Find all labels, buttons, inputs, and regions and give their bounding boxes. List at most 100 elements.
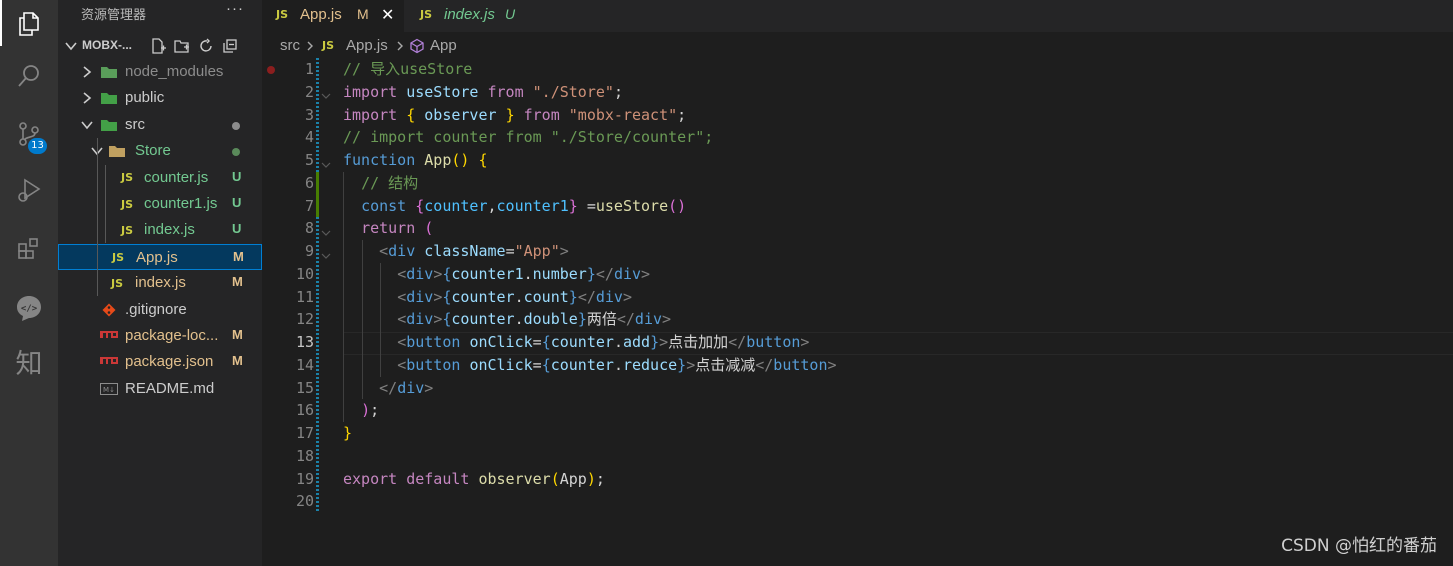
project-header[interactable]: MOBX-... xyxy=(58,35,262,57)
tab-modified-badge: M xyxy=(357,6,369,22)
folder-item[interactable]: Store xyxy=(58,138,262,164)
fold-chevron-icon[interactable] xyxy=(320,153,332,176)
js-file-icon: JS xyxy=(120,171,133,185)
tab-label: App.js xyxy=(300,6,342,23)
npm-file-icon xyxy=(100,328,118,344)
folder-icon xyxy=(108,143,126,159)
folder-item[interactable]: public xyxy=(58,85,262,111)
line-number[interactable]: 16 xyxy=(262,399,314,422)
modified-dot xyxy=(232,121,240,130)
live-share-chat-icon[interactable]: </> xyxy=(0,284,58,332)
line-number[interactable]: 15 xyxy=(262,377,314,400)
file-item[interactable]: JS counter.js U xyxy=(58,165,262,191)
line-number[interactable]: 14 xyxy=(262,354,314,377)
symbol-method-icon xyxy=(409,38,425,58)
file-item[interactable]: .gitignore xyxy=(58,297,262,323)
js-file-icon: JS xyxy=(276,8,289,21)
tab-index-js[interactable]: JS index.js U xyxy=(404,0,530,32)
folder-item[interactable]: src xyxy=(58,112,262,138)
folder-icon xyxy=(100,117,118,133)
collapse-all-icon[interactable] xyxy=(221,37,239,55)
code-line: import useStore from "./Store"; xyxy=(343,82,623,101)
breadcrumb-folder[interactable]: src xyxy=(280,37,300,54)
tree-item-label: src xyxy=(125,115,145,133)
js-file-icon: JS xyxy=(420,8,433,21)
new-folder-icon[interactable] xyxy=(173,37,191,55)
tree-item-label: index.js xyxy=(144,221,195,239)
run-debug-icon[interactable] xyxy=(0,166,58,214)
chevron-down-icon xyxy=(64,39,78,58)
line-number[interactable]: 6 xyxy=(262,172,314,195)
code-line: <div>{counter1.number}</div> xyxy=(397,264,651,283)
line-number[interactable]: 20 xyxy=(262,490,314,513)
code-line: // 结构 xyxy=(361,173,419,192)
explorer-title: 资源管理器 xyxy=(81,7,147,22)
zhihu-icon[interactable]: 知 xyxy=(0,343,58,387)
line-number[interactable]: 10 xyxy=(262,263,314,286)
file-item[interactable]: JS index.js M xyxy=(58,270,262,296)
file-item[interactable]: JS index.js U xyxy=(58,217,262,243)
code-editor[interactable]: 1// 导入useStore 2 import useStore from "./S… xyxy=(262,56,1453,566)
extensions-icon[interactable] xyxy=(0,224,58,272)
fold-chevron-icon[interactable] xyxy=(320,85,332,108)
line-number[interactable]: 3 xyxy=(262,104,314,127)
git-status-badge: M xyxy=(232,353,243,369)
tab-bar: JS App.js M ✕ JS index.js U xyxy=(262,0,1453,32)
js-file-icon: JS xyxy=(120,197,133,211)
chevron-right-icon xyxy=(395,39,405,56)
tab-untracked-badge: U xyxy=(505,6,516,22)
tree-item-label: Store xyxy=(135,142,171,160)
breadcrumb-symbol[interactable]: App xyxy=(430,37,457,54)
chevron-down-icon xyxy=(80,118,94,137)
code-line: <div className="App"> xyxy=(379,242,569,260)
code-line: import { observer } from "mobx-react"; xyxy=(343,105,687,124)
line-number[interactable]: 13 xyxy=(262,331,314,354)
line-number[interactable]: 5 xyxy=(262,149,314,172)
indent-guide xyxy=(105,165,106,243)
code-line: <div>{counter.count}</div> xyxy=(397,287,632,306)
git-change-indicator xyxy=(316,58,319,172)
indent-guide xyxy=(380,262,381,377)
file-item[interactable]: package.json M xyxy=(58,349,262,375)
line-number[interactable]: 19 xyxy=(262,468,314,491)
line-number[interactable]: 18 xyxy=(262,445,314,468)
breadcrumb-file[interactable]: App.js xyxy=(346,37,388,54)
file-item[interactable]: JS counter1.js U xyxy=(58,191,262,217)
file-item[interactable]: M↓ README.md xyxy=(58,376,262,402)
fold-chevron-icon[interactable] xyxy=(320,221,332,244)
explorer-actions xyxy=(149,37,239,55)
code-line: </div> xyxy=(379,378,434,397)
tree-item-label: counter.js xyxy=(144,168,209,186)
more-actions-button[interactable]: ··· xyxy=(226,0,244,17)
explorer-icon[interactable] xyxy=(0,0,58,48)
line-number[interactable]: 9 xyxy=(262,240,314,263)
line-number[interactable]: 7 xyxy=(262,195,314,218)
file-item[interactable]: package-loc... M xyxy=(58,323,262,349)
line-number[interactable]: 2 xyxy=(262,81,314,104)
indent-guide xyxy=(343,171,344,422)
line-number[interactable]: 12 xyxy=(262,308,314,331)
folder-item[interactable]: node_modules xyxy=(58,59,262,85)
chevron-right-icon xyxy=(80,91,94,110)
code-line: return ( xyxy=(361,219,434,238)
code-line: function App() { xyxy=(343,151,488,169)
refresh-icon[interactable] xyxy=(197,37,215,55)
search-icon[interactable] xyxy=(0,52,58,100)
fold-chevron-icon[interactable] xyxy=(320,244,332,267)
line-number[interactable]: 17 xyxy=(262,422,314,445)
indent-guide xyxy=(362,240,363,400)
code-line: // 导入useStore xyxy=(343,60,473,78)
line-number[interactable]: 11 xyxy=(262,286,314,309)
line-number[interactable]: 8 xyxy=(262,217,314,240)
tab-app-js[interactable]: JS App.js M ✕ xyxy=(262,0,404,32)
git-change-indicator xyxy=(316,217,319,513)
line-number[interactable]: 4 xyxy=(262,126,314,149)
markdown-file-icon: M↓ xyxy=(100,381,118,397)
code-line: <button onClick={counter.reduce}>点击减减</b… xyxy=(397,355,837,374)
activity-bar: 13 </> 知 xyxy=(0,0,58,566)
file-item[interactable]: JS App.js M xyxy=(58,243,262,270)
close-tab-button[interactable]: ✕ xyxy=(381,5,394,25)
js-file-icon: JS xyxy=(110,276,123,290)
breakpoint-icon[interactable] xyxy=(267,66,275,74)
new-file-icon[interactable] xyxy=(149,37,167,55)
